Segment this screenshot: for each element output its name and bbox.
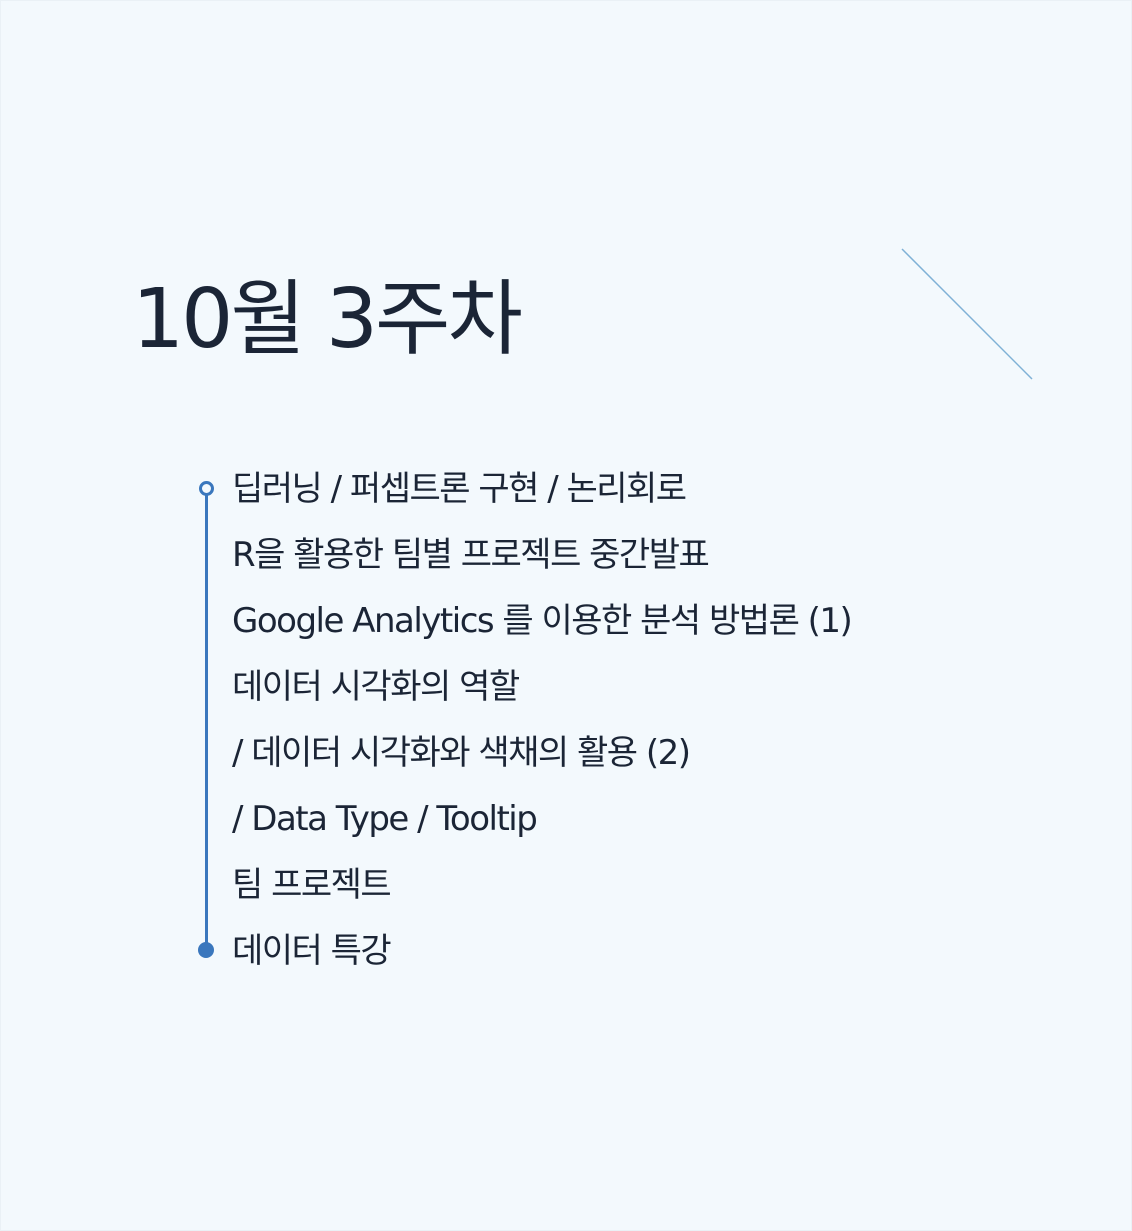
list-item: 딥러닝 / 퍼셉트론 구현 / 논리회로 [232,469,687,509]
schedule-list: 딥러닝 / 퍼셉트론 구현 / 논리회로 R을 활용한 팀별 프로젝트 중간발표… [232,456,853,984]
page-title: 10월 3주차 [132,272,523,367]
timeline [196,476,216,964]
list-item: / 데이터 시각화와 색채의 활용 (2) [232,733,691,773]
timeline-rail [205,489,208,951]
list-item: 데이터 시각화의 역할 [232,667,520,707]
timeline-start-dot-icon [199,481,214,496]
list-item: R을 활용한 팀별 프로젝트 중간발표 [232,535,710,575]
timeline-end-dot-icon [198,942,214,958]
list-item: 팀 프로젝트 [232,865,392,905]
list-item: 데이터 특강 [232,931,392,971]
list-item: Google Analytics 를 이용한 분석 방법론 (1) [232,601,853,641]
list-item: / Data Type / Tooltip [232,799,538,839]
